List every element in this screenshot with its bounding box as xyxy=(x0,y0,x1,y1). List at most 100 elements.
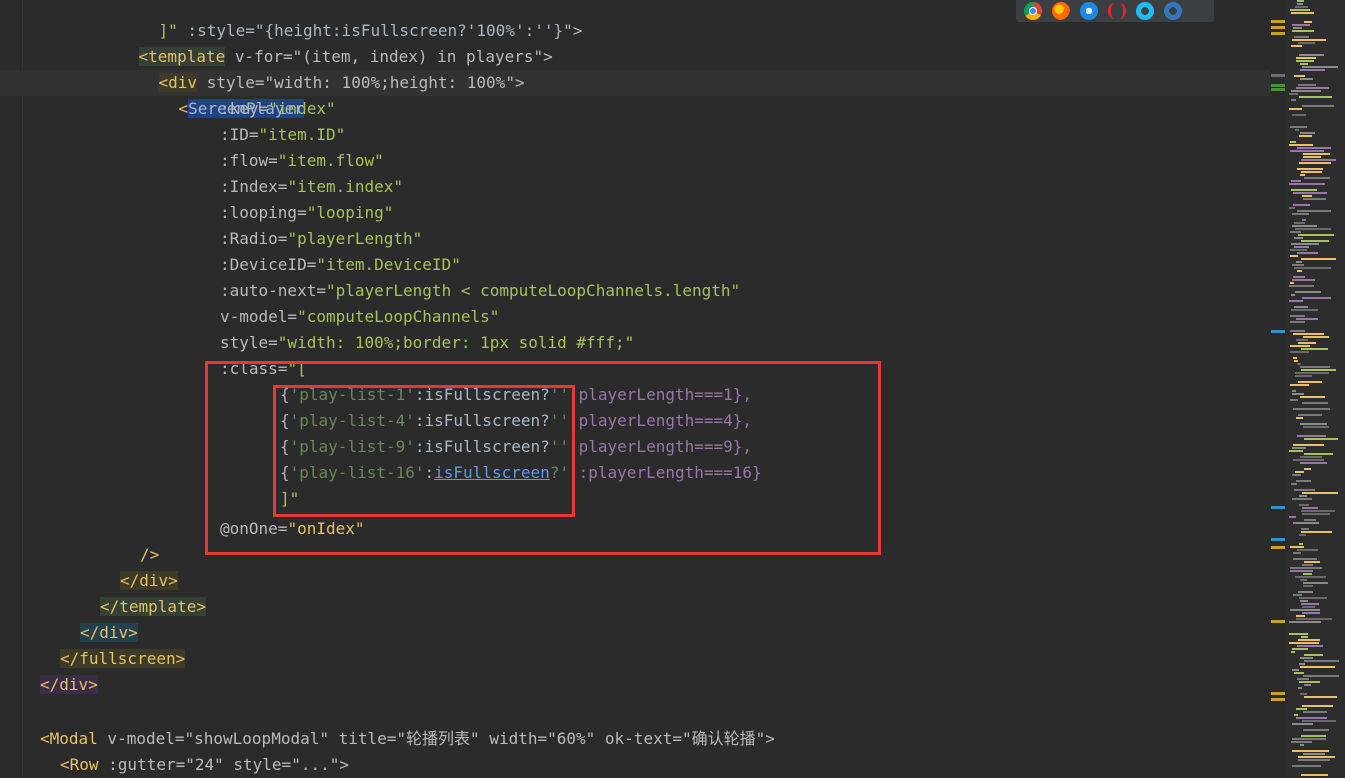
minimap-line xyxy=(1304,438,1338,440)
minimap-line xyxy=(1293,552,1301,554)
minimap-line xyxy=(1304,21,1312,23)
minimap-line xyxy=(1291,243,1319,245)
attr-name: :flow= xyxy=(220,151,278,170)
code-line: :Radio="playerLength" xyxy=(220,226,422,252)
minimap-line xyxy=(1294,222,1305,224)
minimap-line xyxy=(1291,180,1301,182)
minimap-line xyxy=(1292,39,1326,41)
minimap-line xyxy=(1301,531,1332,533)
minimap-line xyxy=(1298,42,1315,44)
minimap-line xyxy=(1291,99,1296,101)
minimap-line xyxy=(1300,174,1305,176)
minimap-line xyxy=(1300,78,1313,80)
ie-icon[interactable] xyxy=(1136,2,1154,20)
minimap-line xyxy=(1292,213,1309,215)
minimap-line xyxy=(1299,504,1309,506)
minimap-line xyxy=(1303,156,1321,158)
code-line: </fullscreen> xyxy=(60,646,186,672)
minimap-line xyxy=(1292,474,1301,476)
code-token: v-model="showLoopModal" title="轮播列表" wid… xyxy=(97,729,775,748)
attr-name: :Index= xyxy=(220,177,288,196)
minimap-line xyxy=(1302,195,1312,197)
minimap-line xyxy=(1304,453,1333,455)
code-line: :flow="item.flow" xyxy=(220,148,384,174)
minimap-line xyxy=(1293,204,1310,206)
attr-value: "width: 100%;border: 1px solid #fff;" xyxy=(277,333,635,352)
tag-row-open: <Row xyxy=(60,755,99,774)
attr-name: :ID= xyxy=(220,125,259,144)
minimap-line xyxy=(1301,774,1328,776)
attr-value: "item.ID" xyxy=(258,125,346,144)
minimap-line xyxy=(1296,480,1311,482)
minimap-line xyxy=(1303,711,1327,713)
minimap-line xyxy=(1296,318,1318,320)
attr-value: "item.flow" xyxy=(277,151,384,170)
minimap-line xyxy=(1301,171,1322,173)
minimap-line xyxy=(1294,489,1315,491)
minimap-line xyxy=(1298,381,1322,383)
minimap-line xyxy=(1294,360,1298,362)
minimap-line xyxy=(1299,96,1332,98)
attr-value: "index" xyxy=(268,99,336,118)
minimap-line xyxy=(1296,717,1327,719)
minimap-line xyxy=(1292,264,1304,266)
attr-name: style= xyxy=(220,333,278,352)
minimap-line xyxy=(1304,660,1339,662)
minimap-line xyxy=(1298,342,1316,344)
minimap-line xyxy=(1293,444,1324,446)
code-line: <div style="width: 100%;height: 100%"> xyxy=(120,44,525,92)
minimap-line xyxy=(1293,522,1319,524)
minimap-line xyxy=(1289,183,1325,185)
minimap-line xyxy=(1292,669,1299,671)
minimap-line xyxy=(1303,198,1326,200)
minimap-line xyxy=(1295,375,1312,377)
attr-value: "looping" xyxy=(306,203,394,222)
marker-stripe[interactable] xyxy=(1270,0,1286,777)
attr-value: "item.DeviceID" xyxy=(316,255,461,274)
minimap-line xyxy=(1292,114,1306,116)
code-line: <SereenPlayer xyxy=(140,70,304,118)
minimap-line xyxy=(1295,228,1331,230)
code-token: :gutter="24" style="..."> xyxy=(98,755,349,774)
minimap-line xyxy=(1299,162,1331,164)
chrome-icon[interactable] xyxy=(1024,2,1042,20)
minimap-line xyxy=(1301,603,1319,605)
minimap-line xyxy=(1290,126,1307,128)
minimap-line xyxy=(1298,591,1313,593)
minimap-line xyxy=(1299,495,1307,497)
minimap-line xyxy=(1292,723,1313,725)
minimap-line xyxy=(1300,366,1330,368)
edge-icon[interactable] xyxy=(1164,2,1182,20)
minimap-line xyxy=(1302,297,1331,299)
code-minimap[interactable] xyxy=(1287,0,1345,777)
minimap-line xyxy=(1294,36,1309,38)
minimap-line xyxy=(1302,492,1338,494)
minimap-line xyxy=(1290,255,1298,257)
minimap-line xyxy=(1304,561,1320,563)
code-line: :DeviceID="item.DeviceID" xyxy=(220,252,461,278)
minimap-line xyxy=(1295,471,1304,473)
tag-fullscreen-close: </fullscreen> xyxy=(60,649,186,668)
minimap-line xyxy=(1300,456,1322,458)
minimap-line xyxy=(1300,69,1325,71)
minimap-line xyxy=(1293,192,1327,194)
minimap-line xyxy=(1301,258,1336,260)
minimap-line xyxy=(1295,6,1308,8)
minimap-line xyxy=(1296,618,1332,620)
safari-icon[interactable] xyxy=(1080,2,1098,20)
minimap-line xyxy=(1299,597,1327,599)
minimap-line xyxy=(1289,144,1313,146)
minimap-line xyxy=(1294,237,1303,239)
minimap-line xyxy=(1295,372,1329,374)
firefox-icon[interactable] xyxy=(1052,2,1070,20)
minimap-line xyxy=(1292,390,1296,392)
minimap-line xyxy=(1289,621,1321,623)
attr-name: :auto-next= xyxy=(220,281,326,300)
opera-icon[interactable] xyxy=(1108,2,1126,20)
minimap-line xyxy=(1296,339,1308,341)
minimap-line xyxy=(1302,705,1333,707)
minimap-line xyxy=(1294,306,1308,308)
minimap-line xyxy=(1290,330,1305,332)
minimap-line xyxy=(1298,756,1335,758)
minimap-line xyxy=(1293,459,1324,461)
